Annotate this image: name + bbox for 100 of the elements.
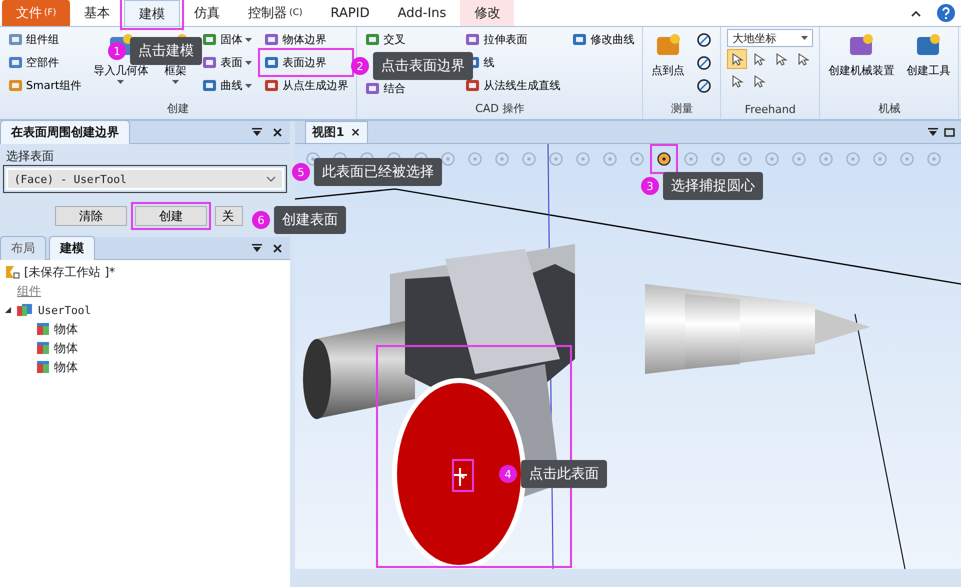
snap-icon: [683, 151, 699, 167]
tree-item[interactable]: UserTool: [38, 304, 91, 316]
ribbon-button[interactable]: 交叉: [363, 29, 456, 50]
body-icon: [36, 322, 50, 336]
ribbon-button[interactable]: 创建机械装置: [826, 29, 896, 80]
maximize-icon[interactable]: [944, 128, 955, 136]
field-label: 选择表面: [6, 148, 55, 165]
ribbon-button[interactable]: 拉伸表面: [463, 29, 562, 50]
ribbon-tab[interactable]: RAPID: [316, 0, 384, 26]
pin-icon[interactable]: [928, 128, 938, 136]
snap-icon: [521, 151, 537, 167]
panel-tab[interactable]: 布局: [0, 236, 46, 260]
station-name[interactable]: [未保存工作站 ]*: [24, 264, 116, 280]
panel-tab[interactable]: 建模: [49, 236, 95, 260]
group-title: Freehand: [744, 103, 797, 118]
snap-icon: [440, 151, 456, 167]
ribbon-button[interactable]: 空部件: [6, 52, 84, 73]
snap-icon: [791, 151, 807, 167]
button-label: 框架: [164, 63, 186, 78]
ribbon-button[interactable]: 表面边界: [262, 52, 350, 73]
pin-icon[interactable]: [252, 128, 262, 136]
button-label: 组件组: [26, 32, 59, 47]
close-icon[interactable]: [273, 244, 282, 252]
coordinate-dropdown[interactable]: 大地坐标: [727, 29, 814, 47]
button-label: Smart组件: [26, 78, 82, 93]
components-link[interactable]: 组件: [17, 282, 41, 300]
cursor-icon: [752, 52, 766, 66]
expand-arrow-icon[interactable]: [4, 306, 12, 314]
button-label: 表面: [220, 55, 242, 70]
button-label: 结合: [383, 81, 406, 96]
callout-tooltip: 创建表面: [274, 206, 346, 234]
ribbon-button[interactable]: 曲线: [200, 75, 254, 96]
ribbon-button[interactable]: 创建工具: [904, 29, 952, 80]
dialog-button[interactable]: 清除: [55, 206, 127, 226]
callout-tooltip: 此表面已经被选择: [314, 158, 442, 186]
snap-icon: [845, 151, 861, 167]
ribbon-button[interactable]: 点到点: [649, 29, 686, 80]
callout-tooltip: 点击建模: [130, 37, 202, 65]
button-label: 创建工具: [906, 63, 950, 78]
ribbon-button[interactable]: 修改曲线: [570, 29, 636, 50]
tool-icon: [264, 32, 280, 47]
step-marker: 5: [292, 163, 310, 181]
ribbon-tab[interactable]: Add-Ins: [384, 0, 460, 26]
callout-tooltip: 选择捕捉圆心: [663, 172, 763, 200]
snap-icon: [710, 151, 726, 167]
ribbon-button[interactable]: 组件组: [6, 29, 84, 50]
tool-icon: [264, 78, 280, 93]
ribbon-tab[interactable]: 基本: [70, 0, 124, 26]
group-title: 创建: [166, 101, 190, 117]
button-label: 从点生成边界: [282, 78, 348, 93]
cursor-icon: [774, 52, 788, 66]
button-label: 修改曲线: [590, 32, 634, 47]
surface-dropdown[interactable]: (Face) - UserTool: [6, 168, 284, 190]
help-icon[interactable]: [937, 4, 955, 22]
tool-icon: [365, 81, 380, 96]
ribbon-tab[interactable]: 仿真: [180, 0, 234, 26]
snap-icon: [926, 151, 942, 167]
button-label: 线: [483, 55, 494, 70]
station-icon: [4, 264, 20, 280]
close-icon[interactable]: [273, 128, 282, 136]
dialog-button[interactable]: 关: [215, 206, 243, 226]
view-tab[interactable]: 视图1 ×: [305, 121, 368, 143]
snap-icon: [872, 151, 888, 167]
group-title: CAD 操作: [474, 101, 526, 117]
collapse-ribbon-icon[interactable]: [911, 10, 921, 17]
ribbon-button[interactable]: Smart组件: [6, 75, 84, 96]
ribbon-button[interactable]: 从点生成边界: [262, 75, 350, 96]
button-label: 表面边界: [282, 55, 326, 70]
tool-icon: [465, 32, 480, 47]
snap-icon: [656, 151, 672, 167]
tool-icon: [572, 32, 588, 47]
tool-icon: [202, 32, 218, 47]
tool-icon: [264, 55, 280, 70]
cursor-icon: [752, 74, 766, 88]
tree-item[interactable]: 物体: [54, 358, 78, 376]
group-title: 测量: [670, 101, 694, 117]
button-label: 固体: [220, 32, 242, 47]
button-label: 拉伸表面: [483, 32, 528, 47]
component-icon: [16, 303, 34, 317]
button-label: 空部件: [26, 55, 59, 70]
freehand-tool-button[interactable]: [727, 49, 748, 69]
tool-icon: [8, 78, 23, 93]
snap-icon: [602, 151, 618, 167]
button-label: 物体边界: [282, 32, 326, 47]
ribbon-button[interactable]: 物体边界: [262, 29, 350, 50]
pin-icon[interactable]: [252, 244, 262, 252]
tool-icon: [202, 55, 218, 70]
panel-tab[interactable]: 在表面周围创建边界: [0, 120, 130, 144]
button-label: 交叉: [383, 32, 406, 47]
button-label: 导入几何体: [93, 63, 148, 78]
snap-icon: [494, 151, 510, 167]
cursor-icon: [730, 74, 744, 88]
snap-icon: [548, 151, 564, 167]
cursor-icon: [730, 52, 744, 66]
ribbon-tab[interactable]: 修改: [460, 0, 514, 26]
tree-item[interactable]: 物体: [54, 320, 78, 338]
tree-item[interactable]: 物体: [54, 340, 78, 356]
body-icon: [36, 341, 50, 355]
callout-tooltip: 点击此表面: [521, 460, 607, 488]
snap-icon: [737, 151, 753, 167]
